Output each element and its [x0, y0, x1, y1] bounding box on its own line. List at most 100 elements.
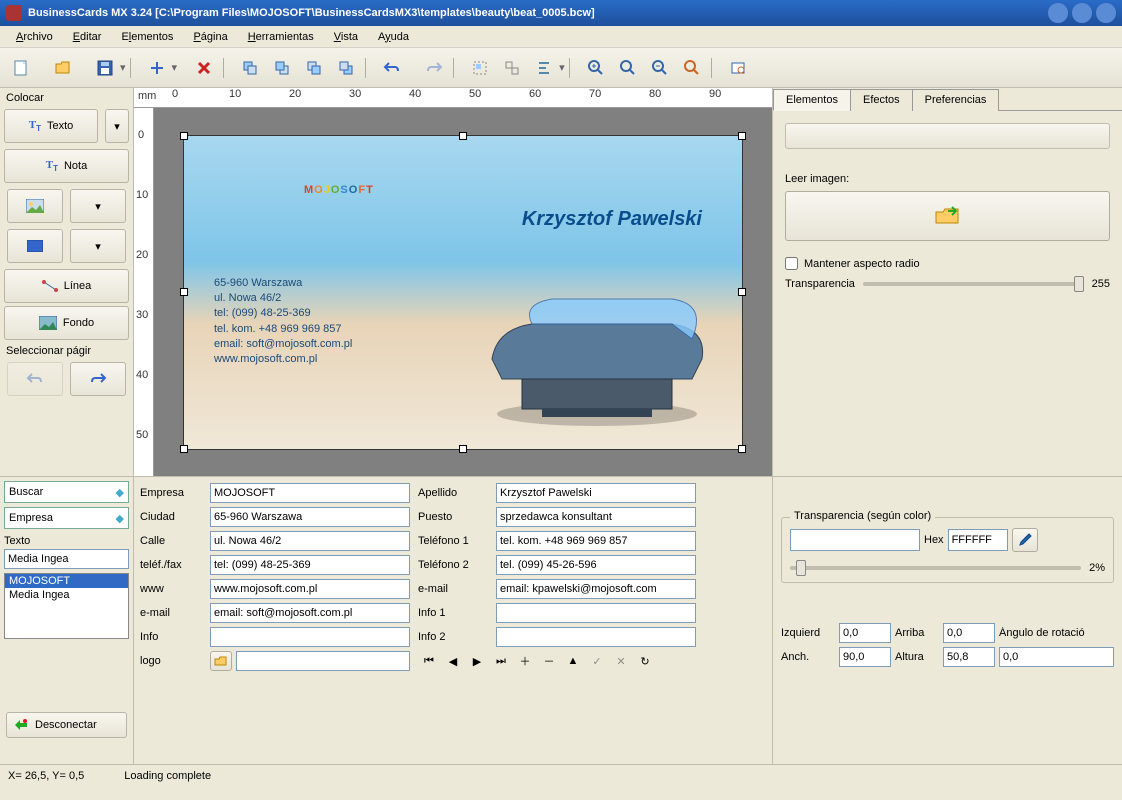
color-transparency-value: 2%	[1089, 562, 1105, 574]
next-icon[interactable]: ▶	[466, 651, 488, 671]
image-dropdown[interactable]: ▾	[70, 189, 126, 223]
empresa-field[interactable]	[210, 483, 410, 503]
card-logo[interactable]: MOJOSOFT	[304, 154, 374, 204]
linea-button[interactable]: Línea	[4, 269, 129, 303]
calle-field[interactable]	[210, 531, 410, 551]
redo-icon[interactable]	[419, 54, 449, 82]
close-button[interactable]	[1096, 3, 1116, 23]
add-icon[interactable]	[142, 54, 172, 82]
card-device-image[interactable]	[472, 289, 722, 429]
minimize-button[interactable]	[1048, 3, 1068, 23]
svg-text:50: 50	[136, 429, 148, 441]
zoom-icon[interactable]	[677, 54, 707, 82]
info1-field[interactable]	[496, 603, 696, 623]
ciudad-field[interactable]	[210, 507, 410, 527]
color-transparency-slider[interactable]	[790, 566, 1081, 570]
nota-button[interactable]: TTNota	[4, 149, 129, 183]
menu-editar[interactable]: Editar	[63, 29, 112, 45]
width-field[interactable]	[839, 647, 891, 667]
menu-elementos[interactable]: Elementos	[111, 29, 183, 45]
align-icon[interactable]	[529, 54, 559, 82]
maximize-button[interactable]	[1072, 3, 1092, 23]
eyedropper-icon[interactable]	[1012, 528, 1038, 552]
ungroup-icon[interactable]	[497, 54, 527, 82]
menu-ayuda[interactable]: Ayuda	[368, 29, 419, 45]
fondo-button[interactable]: Fondo	[4, 306, 129, 340]
undo-icon[interactable]	[377, 54, 407, 82]
new-icon[interactable]	[6, 54, 36, 82]
delete-icon[interactable]	[189, 54, 219, 82]
logo-field[interactable]	[236, 651, 410, 671]
prev-icon[interactable]: ◀	[442, 651, 464, 671]
top-field[interactable]	[943, 623, 995, 643]
zoom-out-icon[interactable]	[645, 54, 675, 82]
remove-record-icon[interactable]: －	[538, 651, 560, 671]
transparency-slider[interactable]	[863, 282, 1084, 286]
zoom-fit-icon[interactable]	[613, 54, 643, 82]
first-icon[interactable]: ⏮	[418, 651, 440, 671]
rotation-field[interactable]	[999, 647, 1114, 667]
logo-browse-button[interactable]	[210, 651, 232, 671]
send-back-icon[interactable]	[331, 54, 361, 82]
telefono1-field[interactable]	[496, 531, 696, 551]
refresh-icon[interactable]: ↻	[634, 651, 656, 671]
ruler-vertical: 01020304050	[134, 108, 154, 476]
group-icon[interactable]	[465, 54, 495, 82]
add-record-icon[interactable]: ＋	[514, 651, 536, 671]
bring-forward-icon[interactable]	[267, 54, 297, 82]
open-icon[interactable]	[48, 54, 78, 82]
shape-button[interactable]	[7, 229, 63, 263]
aspect-ratio-checkbox[interactable]	[785, 257, 798, 270]
svg-text:0: 0	[172, 88, 178, 100]
hex-field[interactable]	[948, 529, 1008, 551]
list-item[interactable]: Media Ingea	[5, 588, 128, 602]
confirm-icon[interactable]: ✓	[586, 651, 608, 671]
menu-vista[interactable]: Vista	[324, 29, 368, 45]
tab-elementos[interactable]: Elementos	[773, 89, 851, 111]
card-name[interactable]: Krzysztof Pawelski	[522, 208, 702, 231]
info-field[interactable]	[210, 627, 410, 647]
edit-record-icon[interactable]: ▲	[562, 651, 584, 671]
bring-front-icon[interactable]	[235, 54, 265, 82]
texto-input[interactable]	[4, 549, 129, 569]
texto-dropdown[interactable]: ▾	[105, 109, 129, 143]
page-undo-button[interactable]	[7, 362, 63, 396]
tab-efectos[interactable]: Efectos	[850, 89, 913, 111]
cancel-icon[interactable]: ✕	[610, 651, 632, 671]
email-field[interactable]	[496, 579, 696, 599]
business-card[interactable]: MOJOSOFT Krzysztof Pawelski 65-960 Warsz…	[183, 135, 743, 450]
left-panel: Colocar TTTexto ▾ TTNota ▾ ▾ Línea Fondo…	[0, 88, 134, 476]
info2-field[interactable]	[496, 627, 696, 647]
zoom-in-icon[interactable]	[581, 54, 611, 82]
search-panel: Buscar◆ Empresa◆ Texto MOJOSOFT Media In…	[0, 477, 134, 764]
apellido-field[interactable]	[496, 483, 696, 503]
list-item[interactable]: MOJOSOFT	[5, 574, 128, 588]
puesto-field[interactable]	[496, 507, 696, 527]
card-address[interactable]: 65-960 Warszawaul. Nowa 46/2tel: (099) 4…	[214, 276, 352, 368]
image-button[interactable]	[7, 189, 63, 223]
save-icon[interactable]	[90, 54, 120, 82]
last-icon[interactable]: ⏭	[490, 651, 512, 671]
left-field[interactable]	[839, 623, 891, 643]
menu-herramientas[interactable]: Herramientas	[238, 29, 324, 45]
buscar-combo[interactable]: Buscar◆	[4, 481, 129, 503]
desconectar-button[interactable]: Desconectar	[6, 712, 127, 738]
results-listbox[interactable]: MOJOSOFT Media Ingea	[4, 573, 129, 639]
www-field[interactable]	[210, 579, 410, 599]
preview-icon[interactable]	[723, 54, 753, 82]
design-canvas[interactable]: MOJOSOFT Krzysztof Pawelski 65-960 Warsz…	[154, 108, 772, 476]
height-field[interactable]	[943, 647, 995, 667]
load-image-button[interactable]	[785, 191, 1110, 241]
empresa-combo[interactable]: Empresa◆	[4, 507, 129, 529]
menu-pagina[interactable]: Página	[183, 29, 237, 45]
texto-button[interactable]: TTTexto	[4, 109, 98, 143]
telefono2-field[interactable]	[496, 555, 696, 575]
tab-preferencias[interactable]: Preferencias	[912, 89, 1000, 111]
send-backward-icon[interactable]	[299, 54, 329, 82]
email2-field[interactable]	[210, 603, 410, 623]
shape-dropdown[interactable]: ▾	[70, 229, 126, 263]
menu-archivo[interactable]: Archivo	[6, 29, 63, 45]
telfax-field[interactable]	[210, 555, 410, 575]
page-redo-button[interactable]	[70, 362, 126, 396]
color-swatch[interactable]	[790, 529, 920, 551]
